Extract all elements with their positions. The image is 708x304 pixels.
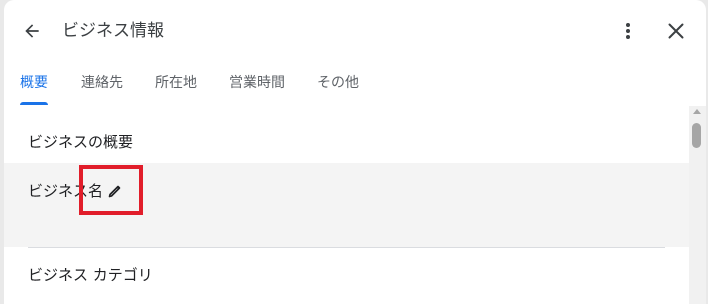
field-divider <box>28 247 665 248</box>
close-icon <box>668 23 684 39</box>
dialog-header: ビジネス情報 <box>4 0 706 62</box>
business-info-dialog: ビジネス情報 概要 連絡先 所在地 営業時間 その他 ビジネスの概要 ビジネス名 <box>4 0 706 304</box>
tab-contact[interactable]: 連絡先 <box>81 73 123 93</box>
tab-hours[interactable]: 営業時間 <box>229 73 285 93</box>
business-category-label[interactable]: ビジネス カテゴリ <box>28 265 153 285</box>
arrow-back-icon <box>25 24 39 38</box>
scroll-thumb[interactable] <box>692 123 701 148</box>
close-button[interactable] <box>662 17 690 45</box>
tab-overview[interactable]: 概要 <box>20 73 48 93</box>
tab-bar: 概要 連絡先 所在地 営業時間 その他 <box>4 62 706 106</box>
vertical-scrollbar[interactable] <box>689 106 706 304</box>
tab-more[interactable]: その他 <box>317 73 359 93</box>
more-vert-icon <box>626 23 630 39</box>
highlight-annotation-box <box>79 165 143 215</box>
active-tab-indicator <box>20 102 48 105</box>
section-heading: ビジネスの概要 <box>28 133 134 151</box>
more-options-button[interactable] <box>615 17 641 45</box>
back-button[interactable] <box>18 17 46 45</box>
dialog-title: ビジネス情報 <box>62 21 164 41</box>
scroll-up-arrow-icon[interactable] <box>693 109 701 114</box>
tab-location[interactable]: 所在地 <box>155 73 197 93</box>
